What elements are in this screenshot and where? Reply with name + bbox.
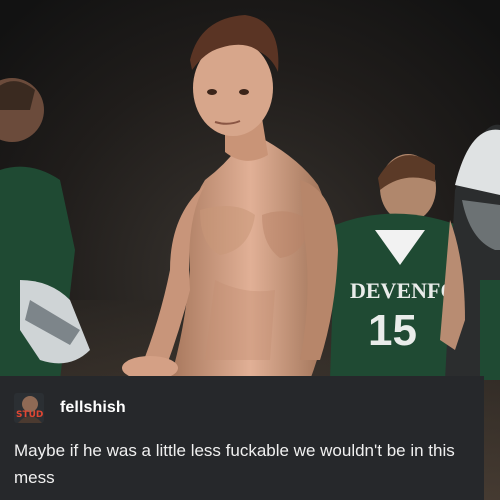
username[interactable]: fellshish: [60, 399, 126, 417]
post-header: STUD fellshish: [14, 393, 126, 423]
avatar-stamp-text: STUD: [16, 410, 43, 420]
post-caption-text: Maybe if he was a little less fuckable w…: [14, 441, 455, 487]
jersey-number: 15: [368, 306, 417, 355]
avatar[interactable]: STUD: [14, 393, 44, 423]
avatar-image-icon: STUD: [14, 393, 44, 423]
